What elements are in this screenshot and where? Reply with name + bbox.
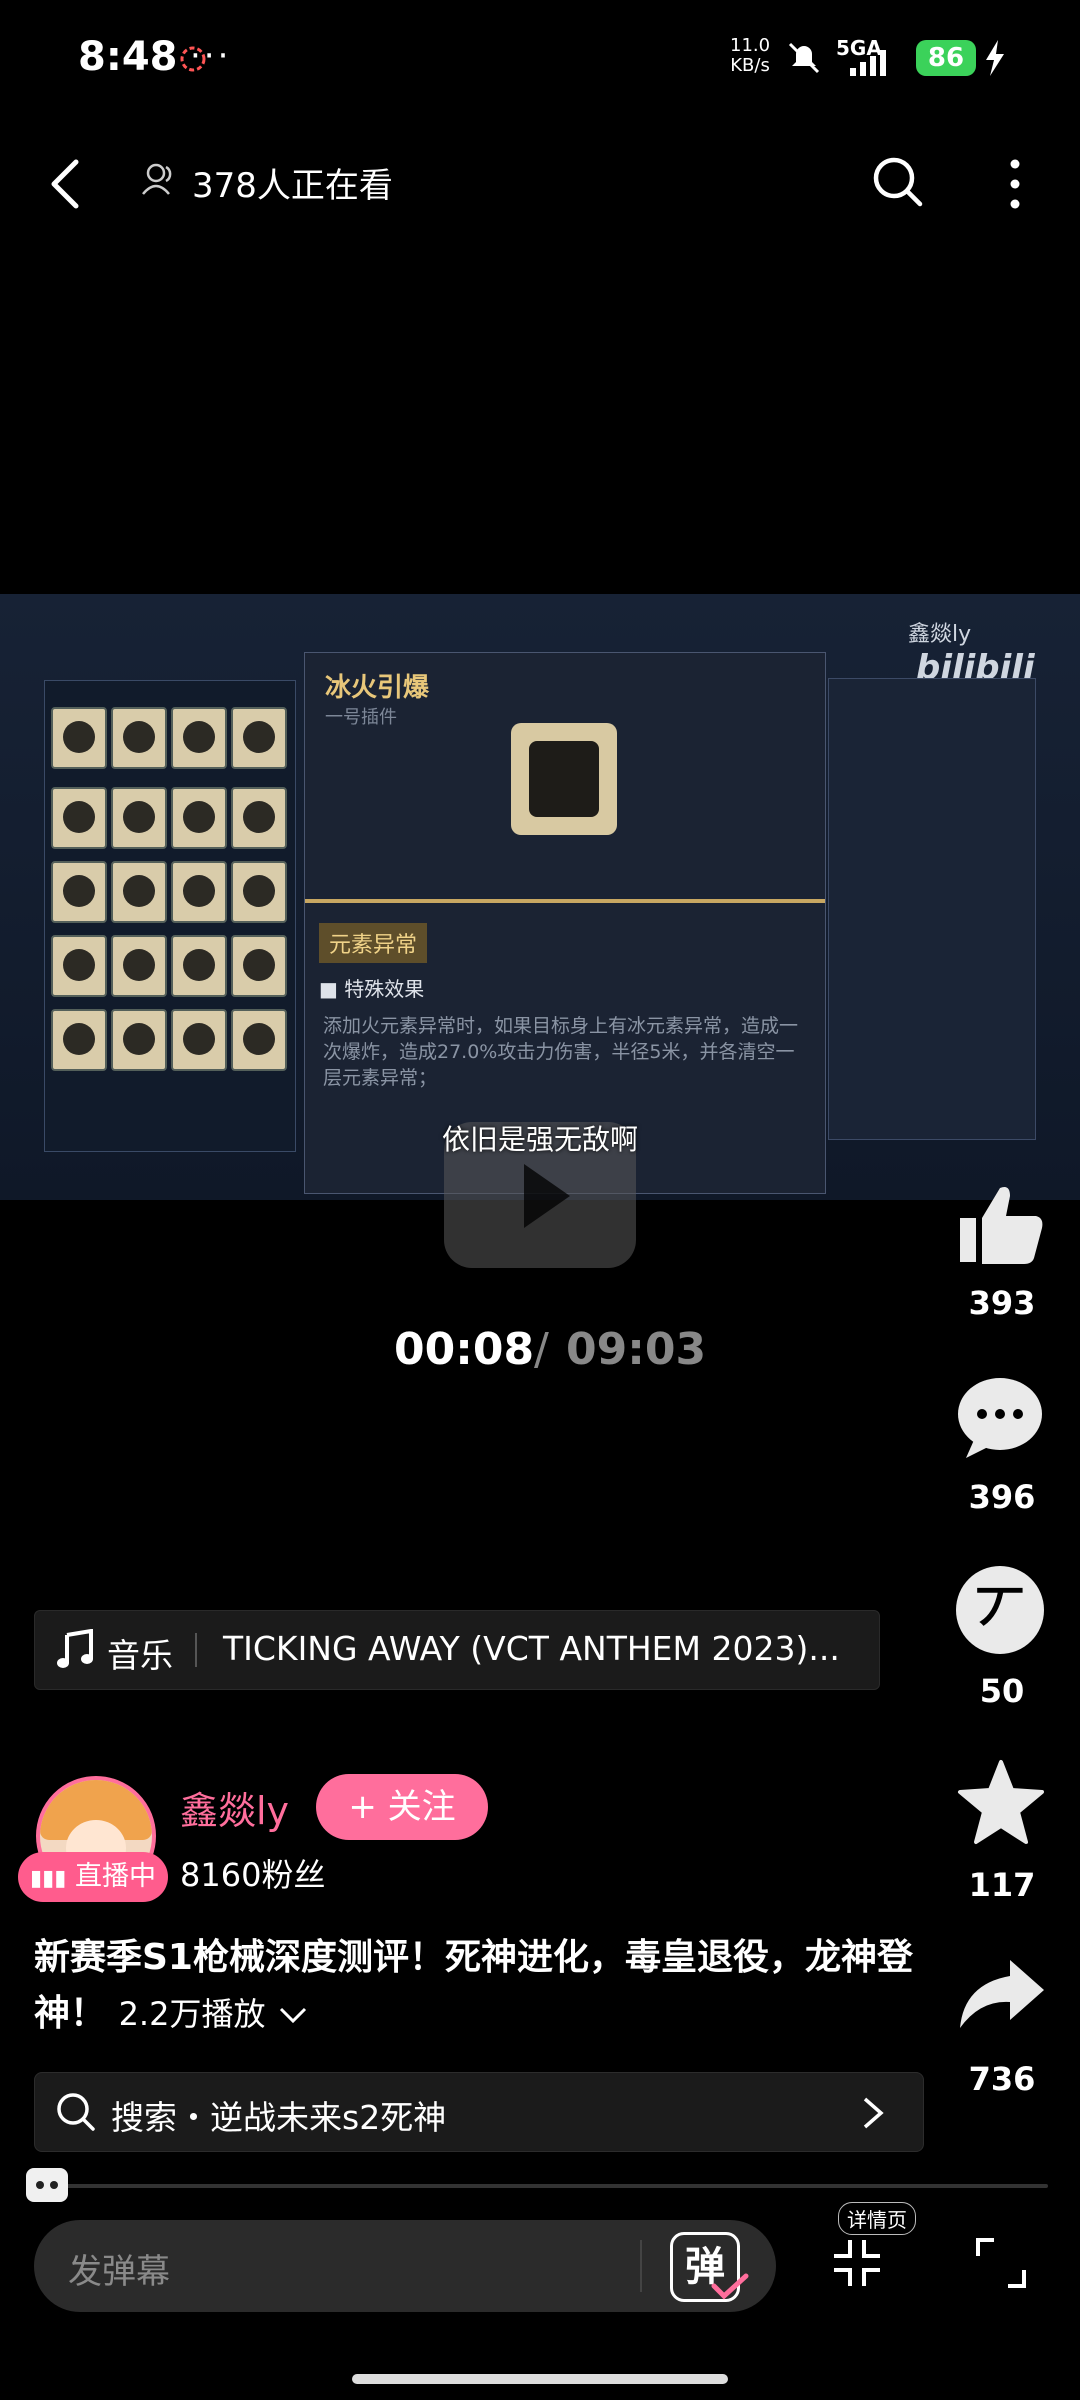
game-inventory-panel xyxy=(44,680,296,1152)
danmaku-placeholder: 发弹幕 xyxy=(68,2252,170,2292)
music-bar[interactable]: 音乐 TICKING AWAY (VCT ANTHEM 2023)... xyxy=(34,1610,880,1690)
game-tag: 元素异常 xyxy=(319,923,428,963)
time-separator: / xyxy=(534,1324,549,1375)
search-icon[interactable] xyxy=(870,154,926,210)
detail-page-label[interactable]: 详情页 xyxy=(838,2202,916,2235)
shrink-icon[interactable] xyxy=(832,2238,882,2288)
game-effect-title: ■ 特殊效果 xyxy=(319,977,425,1001)
related-search[interactable]: 搜索・逆战未来s2死神 xyxy=(34,2072,924,2152)
game-effect-text: 添加火元素异常时，如果目标身上有冰元素异常，造成一次爆炸，造成27.0%攻击力伤… xyxy=(323,1015,799,1089)
search-icon xyxy=(57,2093,95,2131)
more-icon[interactable] xyxy=(1000,158,1030,210)
music-label: 音乐 xyxy=(107,1636,173,1675)
status-overflow: ··· xyxy=(190,36,232,76)
chevron-down-icon[interactable] xyxy=(278,2005,308,2025)
charging-icon xyxy=(986,40,1004,76)
search-query: 搜索・逆战未来s2死神 xyxy=(111,2098,447,2137)
net-speed: 11.0 KB/s xyxy=(730,35,771,76)
viewer-count: 378人正在看 xyxy=(192,166,393,206)
live-bars-icon: ▮▮▮ xyxy=(30,1866,67,1891)
coin-count: 50 xyxy=(979,1672,1025,1710)
share-icon[interactable] xyxy=(956,1956,1048,2036)
music-song-title: TICKING AWAY (VCT ANTHEM 2023)... xyxy=(223,1629,840,1668)
mute-icon xyxy=(788,42,820,74)
game-item-card: 冰火引爆 一号插件 元素异常 ■ 特殊效果 添加火元素异常时，如果目标身上有冰元… xyxy=(304,652,826,1194)
comment-count: 396 xyxy=(968,1478,1036,1516)
follow-button[interactable]: + 关注 xyxy=(316,1774,488,1840)
uploader-name[interactable]: 鑫燚ly xyxy=(180,1780,289,1835)
game-card-subtitle: 一号插件 xyxy=(325,707,397,728)
chevron-right-icon xyxy=(863,2097,884,2129)
progress-bar[interactable] xyxy=(40,2184,1048,2188)
danmaku-input[interactable]: 发弹幕 弹 xyxy=(34,2220,776,2312)
play-count: 2.2万播放 xyxy=(118,1995,266,2033)
current-time: 00:08 xyxy=(394,1324,535,1375)
video-player[interactable]: 鑫燚ly bilibili 冰火引爆 一号插件 元素异常 ■ 特殊效果 添加火元… xyxy=(0,594,1080,1200)
back-icon[interactable] xyxy=(44,156,84,212)
check-icon xyxy=(711,2273,749,2300)
game-detail-panel xyxy=(828,678,1036,1140)
music-note-icon xyxy=(57,1629,93,1668)
battery-level: 86 xyxy=(916,40,976,76)
fan-count: 8160粉丝 xyxy=(180,1856,326,1894)
coin-icon[interactable]: 丆 xyxy=(956,1566,1044,1654)
game-card-title: 冰火引爆 xyxy=(325,673,430,703)
signal-icon xyxy=(850,50,886,76)
fullscreen-icon[interactable] xyxy=(976,2238,1026,2288)
home-indicator[interactable] xyxy=(352,2374,728,2384)
video-subtitle: 依旧是强无敌啊 xyxy=(441,1123,638,1156)
favorite-count: 117 xyxy=(968,1866,1036,1904)
video-title[interactable]: 新赛季S1枪械深度测评！死神进化，毒皇退役，龙神登神！ 2.2万播放 xyxy=(34,1930,914,2042)
like-count: 393 xyxy=(968,1284,1036,1322)
live-badge[interactable]: ▮▮▮ 直播中 xyxy=(18,1852,168,1902)
like-icon[interactable] xyxy=(956,1182,1046,1266)
game-item-icon xyxy=(511,723,617,835)
progress-handle-icon[interactable] xyxy=(26,2168,68,2202)
total-duration: 09:03 xyxy=(566,1324,707,1375)
viewers-icon xyxy=(142,163,172,195)
comment-icon[interactable] xyxy=(954,1374,1046,1462)
share-count: 736 xyxy=(968,2060,1036,2098)
status-time: 8:48 xyxy=(78,34,178,80)
favorite-icon[interactable] xyxy=(956,1758,1046,1846)
